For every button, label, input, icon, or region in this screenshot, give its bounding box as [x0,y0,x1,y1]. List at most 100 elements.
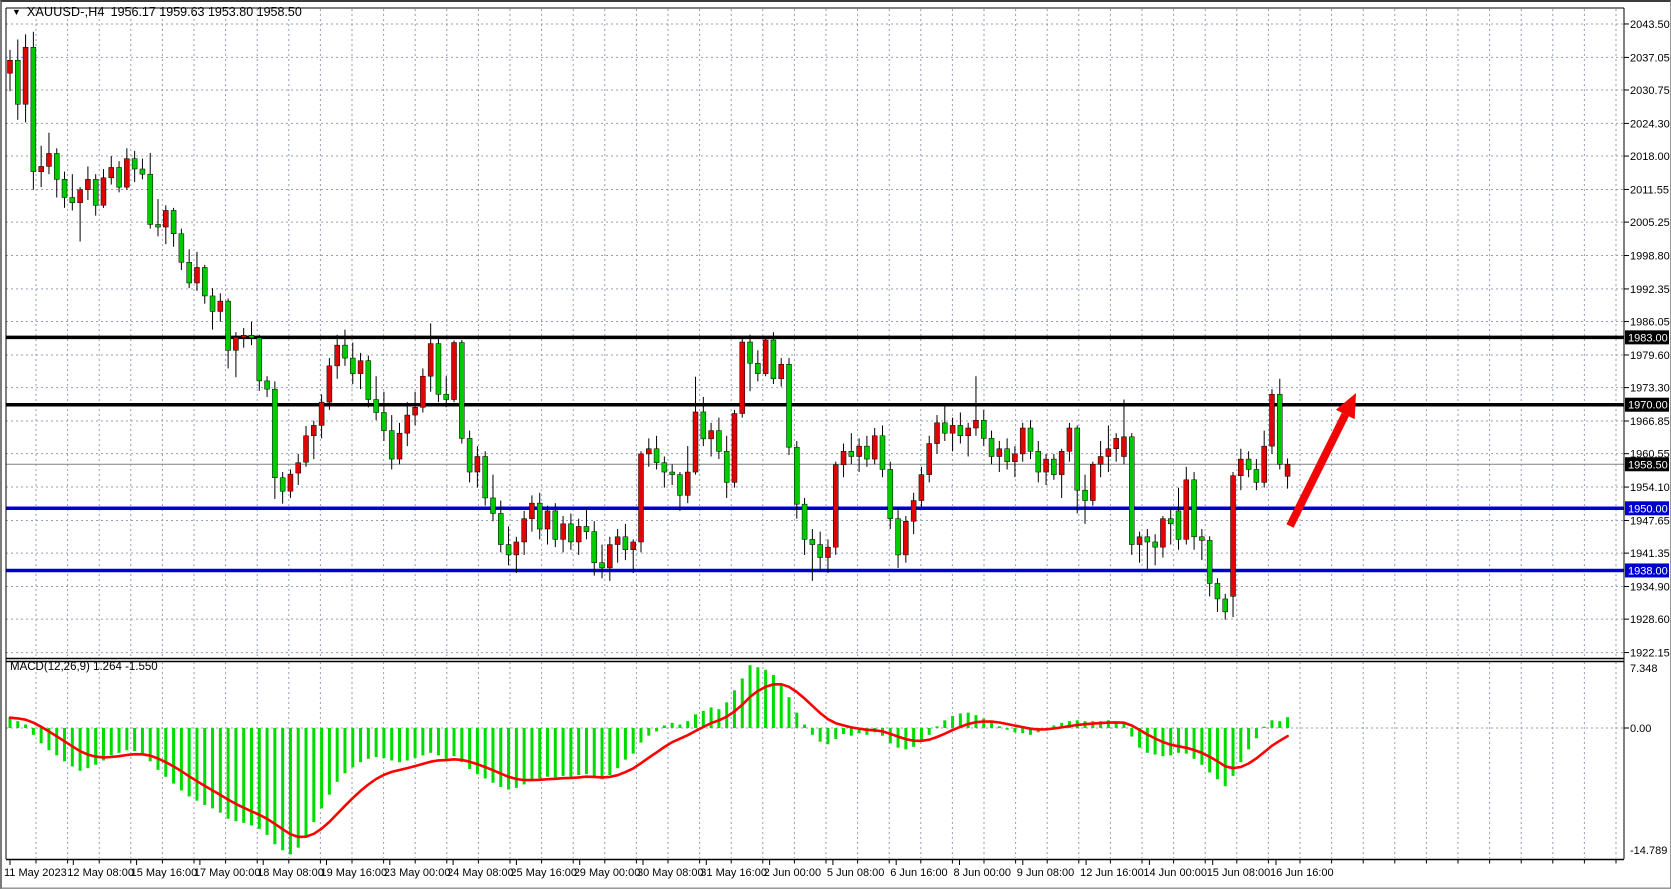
candle [623,537,628,550]
candle [1277,394,1282,464]
macd-bar [273,728,276,844]
macd-bar [1200,728,1203,765]
macd-bar [336,728,339,782]
candle [584,526,589,531]
time-tick-label: 15 Jun 08:00 [1207,867,1271,879]
time-tick-label: 6 Jun 16:00 [890,867,948,879]
macd-bar [764,670,767,728]
candle [350,358,355,374]
macd-bar [16,721,19,728]
macd-bar [639,728,642,743]
macd-bar [234,728,237,821]
candle [670,472,675,475]
candle [39,166,44,171]
macd-bar [351,728,354,767]
candle [880,436,885,470]
macd-bar [780,684,783,728]
candle [927,444,932,475]
candle [553,511,558,539]
price-tick-label: 1954.10 [1630,482,1670,494]
time-tick-label: 29 May 00:00 [574,867,641,879]
candle [1083,490,1088,500]
macd-bar [32,728,35,735]
symbol-timeframe-label: XAUUSD-,H4 [27,5,105,19]
candle [1238,459,1243,476]
candle [1192,480,1197,537]
price-badge-1958.50: 1958.50 [1625,457,1669,471]
candle [272,389,277,478]
time-tick-label: 15 May 16:00 [131,867,198,879]
candle [1075,428,1080,490]
svg-text:1938.00: 1938.00 [1628,565,1668,577]
macd-bar [141,728,144,755]
macd-bar [569,728,572,777]
symbol-title: ▼ XAUUSD-,H4 1956.17 1959.63 1953.80 195… [12,5,302,19]
time-tick-label: 16 Jun 16:00 [1270,867,1334,879]
price-badge-1950.00: 1950.00 [1625,501,1669,515]
candle [779,364,784,379]
candle [498,513,503,544]
macd-bar [601,728,604,779]
dropdown-triangle-icon[interactable]: ▼ [12,6,21,18]
time-tick-label: 23 May 00:00 [384,867,451,879]
macd-bar [421,728,424,755]
macd-bar [686,721,689,728]
macd-bar [445,728,448,759]
candle [810,539,815,544]
candle [179,234,184,262]
macd-bar [593,728,596,778]
macd-bar [172,728,175,784]
candle [942,423,947,433]
candle [1067,428,1072,451]
price-tick-label: 2018.00 [1630,151,1670,163]
macd-bar [227,728,230,819]
candle [249,335,254,338]
candle [490,498,495,514]
macd-bar [1224,728,1227,786]
candle [1246,459,1251,469]
macd-bar [9,718,12,728]
candle [202,267,207,295]
candle [576,526,581,542]
candle [1285,464,1290,476]
candle [218,301,223,311]
time-tick-label: 24 May 08:00 [447,867,514,879]
price-tick-label: 2011.55 [1630,184,1669,196]
candle [436,344,441,395]
time-tick-label: 25 May 16:00 [510,867,577,879]
macd-bar [398,728,401,762]
price-badge-1938.00: 1938.00 [1625,563,1669,577]
macd-axis-label: 0.00 [1630,723,1651,735]
time-tick-label: 2 Jun 00:00 [764,867,822,879]
chart-window: ▼ XAUUSD-,H4 1956.17 1959.63 1953.80 195… [0,0,1671,889]
candle [335,345,340,366]
candle [537,503,542,529]
candle [1090,464,1095,500]
candle [514,542,519,555]
candle [1051,459,1056,475]
chart-canvas[interactable]: 2043.502037.052030.752024.302018.002011.… [2,2,1671,889]
macd-bar [1208,728,1211,772]
macd-bar [476,728,479,774]
candle [428,344,433,377]
macd-bar [328,728,331,795]
candle [693,412,698,472]
macd-bar [772,675,775,728]
macd-bar [195,728,198,801]
candle [685,472,690,495]
macd-indicator-label: MACD(12,26,9) 1.264 -1.550 [10,661,158,673]
price-tick-label: 1922.15 [1630,648,1670,660]
macd-bar [788,697,791,728]
macd-bar [1247,728,1250,749]
time-tick-label: 8 Jun 00:00 [954,867,1012,879]
candle [296,463,301,473]
macd-bar [1169,728,1172,755]
macd-bar [429,728,432,753]
candle [156,224,161,227]
candle [62,179,67,197]
macd-bar [320,728,323,808]
time-tick-label: 18 May 08:00 [257,867,324,879]
macd-bar [1278,721,1281,728]
macd-bar [63,728,66,761]
candle [646,449,651,454]
